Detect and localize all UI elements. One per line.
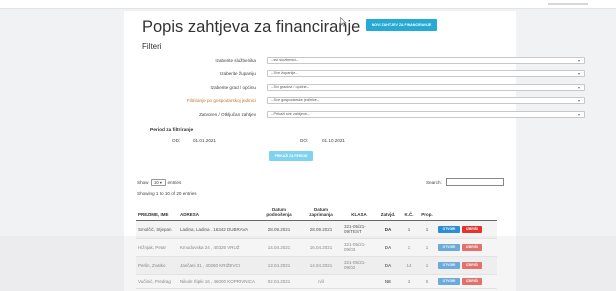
delete-button[interactable]: IZBRIŠI — [462, 277, 482, 285]
show-prefix: Show — [137, 180, 149, 185]
cell-closed: DA — [376, 238, 400, 257]
date-to-input[interactable]: 01.10.2021 — [322, 138, 345, 143]
filter-row-unit: Filtriranje po gospodarskoj jedinici --S… — [150, 97, 585, 106]
chevron-down-icon: ▾ — [577, 112, 580, 117]
cell-kc: 1 — [400, 220, 418, 239]
header-submitted[interactable]: Datum podnošenja — [258, 200, 300, 221]
browser-top-bar — [0, 0, 616, 9]
filter-row-official: Izaberite službenika --svi službenici-- ▾ — [150, 57, 585, 66]
header-prop[interactable]: Prop. — [418, 200, 436, 221]
cell-kc: 3 — [400, 274, 418, 289]
search-input[interactable] — [446, 178, 504, 186]
search-label: Search: — [426, 180, 442, 185]
city-select[interactable]: --Svi gradovi / općine-- ▾ — [267, 84, 585, 91]
cell-prop: 1 — [418, 256, 436, 275]
delete-button[interactable]: IZBRIŠI — [462, 243, 482, 251]
cell-submitted: 28.09.2021 — [258, 220, 300, 239]
header-actions — [436, 200, 497, 221]
filter-label: Izaberite grad / općinu — [210, 85, 256, 90]
cell-prop: 1 — [418, 220, 436, 239]
mouse-cursor-icon — [340, 17, 347, 27]
date-to-label: DO: — [300, 138, 309, 143]
cell-klasa — [342, 274, 376, 289]
cell-klasa: 321-05/21-09/TEST — [342, 220, 376, 239]
table-header-row: PREZIME, IME ADRESA Datum podnošenja Dat… — [136, 200, 497, 221]
table-row: Perlin, Zvatko Jančani 31 , 40260 KRIŽEV… — [136, 256, 497, 275]
cell-address: Ladina, Ladina . 16342 DUBRAVA — [178, 220, 258, 239]
cell-address: Jančani 31 , 40260 KRIŽEVCI — [178, 256, 258, 275]
top-bar-decoration — [548, 3, 588, 5]
header-klasa[interactable]: KLASA — [342, 200, 376, 221]
open-button[interactable]: OTVORI — [438, 243, 460, 251]
table-row: Smolčić, Stjepan Ladina, Ladina . 16342 … — [136, 220, 497, 239]
show-period-button[interactable]: PRIKAŽI ZA PERIOD — [269, 151, 313, 161]
entries-length-control: Show 10 ▾ entries — [137, 179, 181, 186]
cell-prop: 1 — [418, 238, 436, 257]
cell-klasa: 321-05/21-09/02 — [342, 256, 376, 275]
cell-actions: OTVORI IZBRIŠI — [436, 274, 497, 289]
open-button[interactable]: OTVORI — [438, 261, 460, 269]
cell-received: 16.04.2021 — [300, 238, 342, 257]
cell-actions: OTVORI IZBRIŠI — [436, 220, 497, 239]
cell-kc: 1 — [400, 238, 418, 257]
chevron-down-icon: ▾ — [159, 179, 162, 185]
cell-name: Vučinić, Predrag — [136, 274, 178, 289]
cell-closed: DA — [376, 220, 400, 239]
cell-submitted: 02.04.2021 — [258, 274, 300, 289]
filter-row-status: Zatvoren / Otključan zahtjev --Prikaži s… — [150, 111, 585, 120]
chevron-down-icon: ▾ — [577, 98, 580, 103]
table-row: Vučinić, Predrag Nikole Šipki 16 , 46000… — [136, 274, 497, 289]
cell-prop: 0 — [418, 274, 436, 289]
filter-row-county: Izaberite županiju --Sve županije-- ▾ — [150, 70, 585, 79]
status-select[interactable]: --Prikaži sve zahtjeve-- ▾ — [267, 111, 585, 118]
open-button[interactable]: OTVORI — [438, 225, 460, 233]
cell-klasa: 321-05/21-09/03 — [342, 238, 376, 257]
cell-received: n/il — [300, 274, 342, 289]
unit-select[interactable]: --Sve gospodarske jedinice-- ▾ — [267, 97, 585, 104]
filter-label: Izaberite županiju — [219, 71, 256, 76]
header-received[interactable]: Datum zaprimanja — [300, 200, 342, 221]
cell-received: 14.04.2021 — [300, 256, 342, 275]
delete-button[interactable]: IZBRIŠI — [462, 225, 482, 233]
cell-received: 28.09.2021 — [300, 220, 342, 239]
open-button[interactable]: OTVORI — [438, 277, 460, 285]
filter-row-city: Izaberite grad / općinu --Svi gradovi / … — [150, 84, 585, 93]
cell-submitted: 14.04.2021 — [258, 238, 300, 257]
delete-button[interactable]: IZBRIŠI — [462, 261, 482, 269]
page-title: Popis zahtjeva za financiranje — [142, 18, 361, 36]
chevron-down-icon: ▾ — [577, 85, 580, 90]
entries-select[interactable]: 10 ▾ — [150, 179, 166, 186]
header-closed[interactable]: Zatvjd. — [376, 200, 400, 221]
table-info: Showing 1 to 10 of 20 entries — [137, 191, 197, 196]
new-request-button[interactable]: NOVI ZAHTJEV ZA FINANCIRANJE — [366, 19, 437, 31]
cell-closed: NE — [376, 274, 400, 289]
cell-kc: 14 — [400, 256, 418, 275]
filter-label: Filtriranje po gospodarskoj jedinici — [186, 98, 256, 103]
table-row: Hižnjak, Petar Kmodovska 24 , 40326 VRUŽ… — [136, 238, 497, 257]
cell-name: Hižnjak, Petar — [136, 238, 178, 257]
filter-label: Zatvoren / Otključan zahtjev — [199, 112, 256, 117]
header-kc[interactable]: K.Č. — [400, 200, 418, 221]
cell-address: Kmodovska 24 , 40326 VRUŽ — [178, 238, 258, 257]
filters-heading: Filteri — [142, 42, 162, 51]
show-suffix: entries — [167, 180, 182, 185]
cell-closed: DA — [376, 256, 400, 275]
cell-name: Perlin, Zvatko — [136, 256, 178, 275]
official-select[interactable]: --svi službenici-- ▾ — [267, 57, 585, 64]
filter-label: Izaberite službenika — [215, 58, 256, 63]
date-from-input[interactable]: 01.01.2021 — [193, 138, 216, 143]
cell-submitted: 13.04.2021 — [258, 256, 300, 275]
chevron-down-icon: ▾ — [577, 58, 580, 63]
cell-actions: OTVORI IZBRIŠI — [436, 256, 497, 275]
cell-actions: OTVORI IZBRIŠI — [436, 238, 497, 257]
header-address[interactable]: ADRESA — [178, 200, 258, 221]
cell-name: Smolčić, Stjepan — [136, 220, 178, 239]
requests-table: PREZIME, IME ADRESA Datum podnošenja Dat… — [136, 200, 497, 289]
date-from-label: OD: — [172, 138, 181, 143]
cell-address: Nikole Šipki 16 , 46000 KOPRIVNICA — [178, 274, 258, 289]
header-name[interactable]: PREZIME, IME — [136, 200, 178, 221]
period-title: Period za filtriranje — [150, 128, 194, 133]
county-select[interactable]: --Sve županije-- ▾ — [267, 70, 585, 77]
chevron-down-icon: ▾ — [577, 71, 580, 76]
